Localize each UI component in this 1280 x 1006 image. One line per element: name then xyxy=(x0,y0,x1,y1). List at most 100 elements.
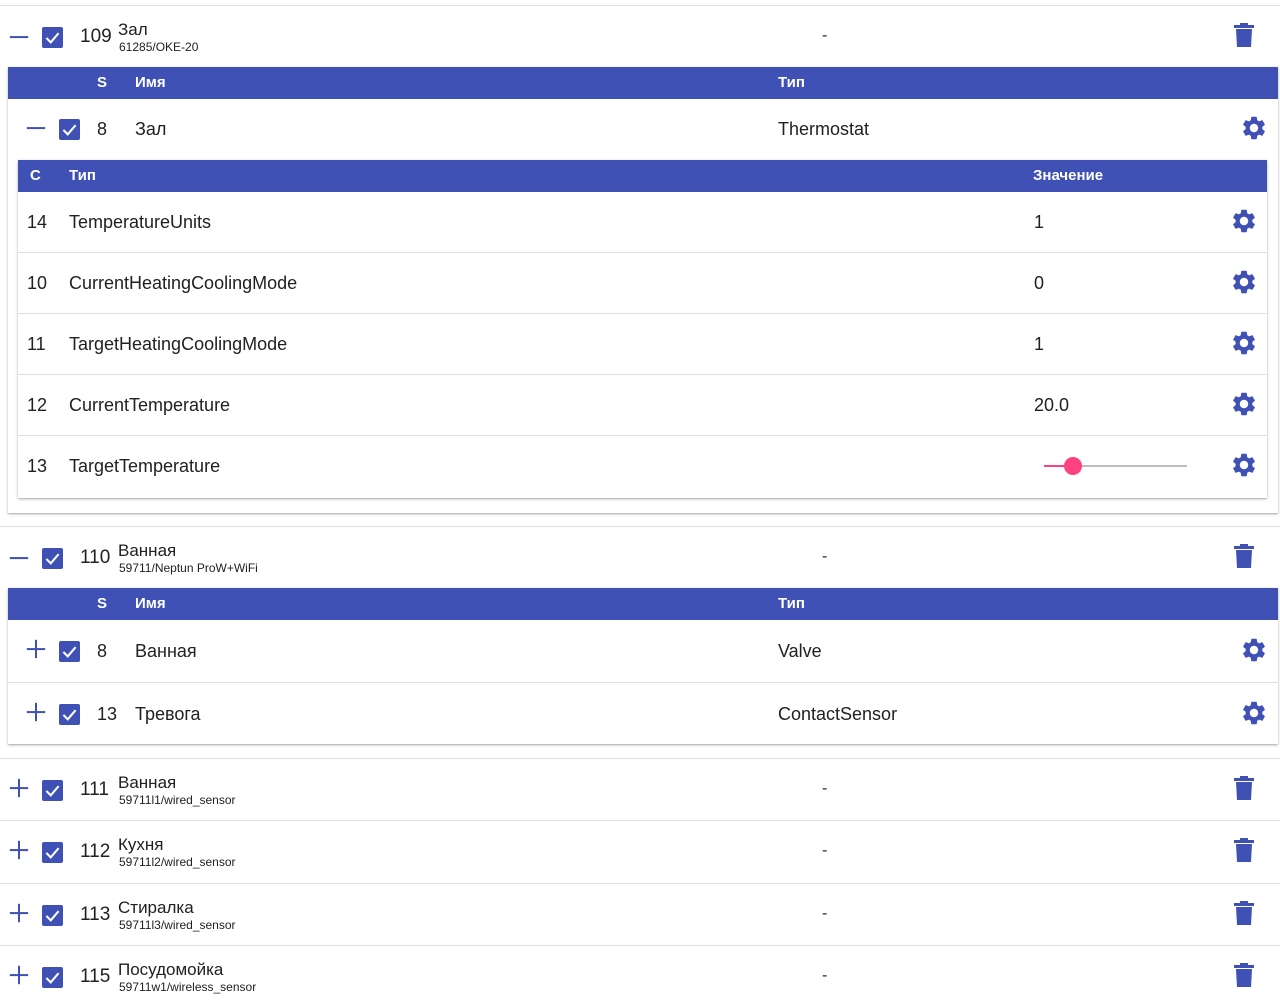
characteristic-type: TargetHeatingCoolingMode xyxy=(69,334,288,354)
device-row: 115 Посудомойка 59711w1/wireless_sensor … xyxy=(0,946,1280,1006)
device-checkbox[interactable] xyxy=(42,548,63,569)
device-model: 59711/Neptun ProW+WiFi xyxy=(119,561,258,575)
column-type: Тип xyxy=(69,167,96,184)
characteristic-type: CurrentTemperature xyxy=(69,395,231,415)
device-name: Зал xyxy=(118,20,148,39)
service-s: 13 xyxy=(97,704,118,724)
characteristic-row: 13 TargetTemperature xyxy=(18,436,1267,497)
gear-icon[interactable] xyxy=(1230,207,1258,235)
checkbox-checked-icon xyxy=(45,910,60,922)
device-row: 112 Кухня 59711l2/wired_sensor - xyxy=(0,821,1280,883)
service-type: ContactSensor xyxy=(778,704,898,724)
plus-icon[interactable] xyxy=(8,964,30,986)
services-table-header: S Имя Тип xyxy=(8,67,1278,99)
device-value: - xyxy=(822,842,828,859)
characteristic-id: 11 xyxy=(27,334,46,354)
service-name: Тревога xyxy=(135,704,201,724)
column-s: S xyxy=(97,595,108,612)
column-s: S xyxy=(97,74,108,91)
services-panel: S Имя Тип 8 Зал Thermostat С Тип Значени… xyxy=(8,67,1278,513)
gear-icon[interactable] xyxy=(1230,268,1258,296)
checkbox-checked-icon xyxy=(62,124,77,136)
minus-icon[interactable] xyxy=(8,26,30,48)
checkbox-checked-icon xyxy=(45,847,60,859)
target-temperature-slider[interactable] xyxy=(1044,456,1187,476)
service-name: Зал xyxy=(135,119,167,139)
characteristic-id: 10 xyxy=(27,273,48,293)
service-checkbox[interactable] xyxy=(59,641,80,662)
device-name: Ванная xyxy=(118,773,177,792)
device-row: 113 Стиралка 59711l3/wired_sensor - xyxy=(0,884,1280,946)
characteristic-type: CurrentHeatingCoolingMode xyxy=(69,273,298,293)
checkbox-checked-icon xyxy=(45,32,60,44)
trash-icon[interactable] xyxy=(1234,776,1254,800)
device-model: 59711w1/wireless_sensor xyxy=(119,980,257,994)
device-name: Ванная xyxy=(118,541,177,560)
gear-icon[interactable] xyxy=(1240,699,1268,727)
device-model: 61285/OKE-20 xyxy=(119,40,199,54)
slider-thumb[interactable] xyxy=(1064,457,1082,475)
device-checkbox[interactable] xyxy=(42,780,63,801)
trash-icon[interactable] xyxy=(1234,963,1254,987)
services-table-header: S Имя Тип xyxy=(8,588,1278,620)
characteristic-id: 12 xyxy=(27,395,48,415)
service-checkbox[interactable] xyxy=(59,704,80,725)
plus-icon[interactable] xyxy=(8,839,30,861)
plus-icon[interactable] xyxy=(8,777,30,799)
device-id: 112 xyxy=(80,841,111,862)
gear-icon[interactable] xyxy=(1230,451,1258,479)
device-checkbox[interactable] xyxy=(42,842,63,863)
checkbox-checked-icon xyxy=(62,709,77,721)
device-row: 111 Ванная 59711l1/wired_sensor - xyxy=(0,759,1280,821)
service-row: 8 Зал Thermostat xyxy=(8,99,1278,160)
gear-icon[interactable] xyxy=(1240,114,1268,142)
gear-icon[interactable] xyxy=(1230,329,1258,357)
trash-icon[interactable] xyxy=(1234,838,1254,862)
device-id: 111 xyxy=(80,779,109,800)
characteristic-type: TargetTemperature xyxy=(69,456,221,476)
characteristic-value: 1 xyxy=(1034,212,1045,232)
device-row: 110 Ванная 59711/Neptun ProW+WiFi - xyxy=(0,527,1280,589)
gear-icon[interactable] xyxy=(1230,390,1258,418)
plus-icon[interactable] xyxy=(25,638,47,660)
device-value: - xyxy=(822,967,828,984)
characteristic-type: TemperatureUnits xyxy=(69,212,212,232)
characteristics-panel: С Тип Значение 14 TemperatureUnits 1 10 … xyxy=(18,160,1267,498)
trash-icon[interactable] xyxy=(1234,901,1254,925)
checkbox-checked-icon xyxy=(45,785,60,797)
gear-icon[interactable] xyxy=(1240,636,1268,664)
checkbox-checked-icon xyxy=(45,553,60,565)
characteristic-id: 13 xyxy=(27,456,48,476)
device-checkbox[interactable] xyxy=(42,967,63,988)
checkbox-checked-icon xyxy=(62,646,77,658)
device-checkbox[interactable] xyxy=(42,905,63,926)
device-value: - xyxy=(822,905,828,922)
minus-icon[interactable] xyxy=(8,547,30,569)
device-id: 110 xyxy=(80,547,111,568)
characteristics-table-header: С Тип Значение xyxy=(18,160,1267,192)
service-checkbox[interactable] xyxy=(59,119,80,140)
service-row: 8 Ванная Valve xyxy=(8,620,1278,682)
plus-icon[interactable] xyxy=(25,701,47,723)
minus-icon[interactable] xyxy=(25,117,47,139)
services-panel: S Имя Тип 8 Ванная Valve 13 Тревога Cont… xyxy=(8,588,1278,744)
device-model: 59711l2/wired_sensor xyxy=(119,855,236,869)
device-value: - xyxy=(822,548,828,565)
column-type: Тип xyxy=(778,595,805,612)
service-s: 8 xyxy=(97,641,108,661)
service-type: Thermostat xyxy=(778,119,870,139)
column-value: Значение xyxy=(1033,167,1104,184)
device-checkbox[interactable] xyxy=(42,27,63,48)
characteristic-value: 0 xyxy=(1034,273,1045,293)
device-name: Кухня xyxy=(118,835,164,854)
plus-icon[interactable] xyxy=(8,902,30,924)
characteristic-row: 12 CurrentTemperature 20.0 xyxy=(18,375,1267,436)
characteristic-value: 20.0 xyxy=(1034,395,1070,415)
device-id: 113 xyxy=(80,904,111,925)
column-name: Имя xyxy=(135,595,166,612)
service-type: Valve xyxy=(778,641,822,661)
device-value: - xyxy=(822,27,828,44)
trash-icon[interactable] xyxy=(1234,544,1254,568)
trash-icon[interactable] xyxy=(1234,23,1254,47)
service-name: Ванная xyxy=(135,641,197,661)
